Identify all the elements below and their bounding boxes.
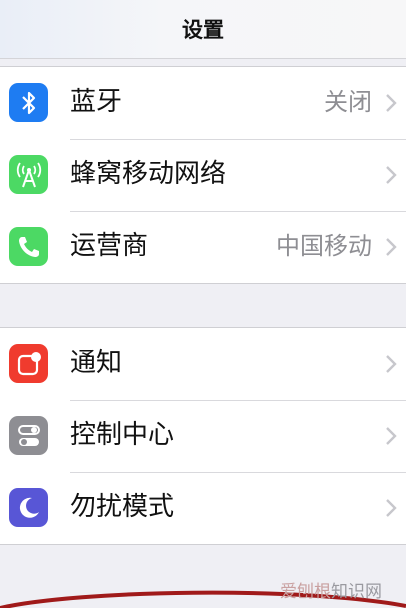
moon-icon [9,488,48,527]
settings-row-label: 通知 [70,348,123,378]
watermark: 爱刨根知识网 [280,577,382,602]
settings-row-do-not-disturb[interactable]: 勿扰模式 [0,472,406,544]
settings-row-bluetooth[interactable]: 蓝牙 关闭 [0,67,406,139]
bluetooth-icon [9,83,48,122]
chevron-right-icon [386,499,397,517]
settings-row-notifications[interactable]: 通知 [0,328,406,400]
navigation-bar: 设置 [0,0,406,59]
settings-row-label: 蓝牙 [70,87,123,117]
settings-row-label: 运营商 [70,231,149,261]
control-center-icon [9,416,48,455]
notifications-icon [9,344,48,383]
chevron-right-icon [386,355,397,373]
settings-group-connectivity: 蓝牙 关闭 蜂窝移动网络 运营商 中国移动 [0,66,406,284]
settings-row-label: 控制中心 [70,420,175,450]
settings-row-detail: 关闭 [324,88,372,116]
cellular-antenna-icon [9,155,48,194]
page-title: 设置 [182,18,224,42]
watermark-text-a: 爱刨根 [280,582,331,602]
settings-row-label: 蜂窝移动网络 [70,159,227,189]
chevron-right-icon [386,166,397,184]
settings-row-cellular[interactable]: 蜂窝移动网络 [0,139,406,211]
chevron-right-icon [386,427,397,445]
watermark-text-b: 知识网 [331,582,382,602]
settings-row-carrier[interactable]: 运营商 中国移动 [0,211,406,283]
settings-row-detail: 中国移动 [276,232,372,260]
settings-group-system: 通知 控制中心 勿扰模式 [0,327,406,545]
chevron-right-icon [386,238,397,256]
settings-row-control-center[interactable]: 控制中心 [0,400,406,472]
settings-row-label: 勿扰模式 [70,492,175,522]
chevron-right-icon [386,94,397,112]
phone-icon [9,227,48,266]
